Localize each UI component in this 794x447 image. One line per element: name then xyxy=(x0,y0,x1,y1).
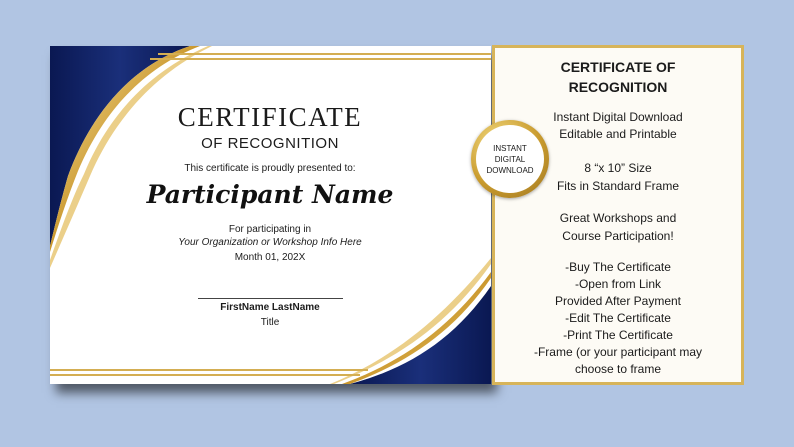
panel-line: Great Workshops and xyxy=(559,211,677,225)
participating-text: For participating in xyxy=(228,224,312,235)
panel-line: Instant Digital Download xyxy=(553,110,683,124)
signature-name: FirstName LastName xyxy=(220,302,320,313)
panel-line: -Print The Certificate xyxy=(563,328,673,342)
signature-title: Title xyxy=(260,317,280,328)
panel-line: Provided After Payment xyxy=(554,294,682,308)
panel-line: choose to frame xyxy=(574,362,662,376)
panel-line: Course Participation! xyxy=(562,229,674,243)
certificate-title: CERTIFICATE xyxy=(177,102,363,132)
certificate: CERTIFICATE OF RECOGNITION This certific… xyxy=(50,46,491,384)
panel-title-line-1: CERTIFICATE OF xyxy=(560,59,676,75)
signature-line xyxy=(198,298,343,299)
organization-text: Your Organization or Workshop Info Here xyxy=(178,237,362,248)
badge-inner: INSTANT DIGITAL DOWNLOAD xyxy=(476,125,544,193)
presented-text: This certificate is proudly presented to… xyxy=(184,163,356,174)
info-panel: CERTIFICATE OF RECOGNITION Instant Digit… xyxy=(492,45,744,385)
panel-line: -Edit The Certificate xyxy=(565,311,671,325)
badge-line: DOWNLOAD xyxy=(486,165,534,175)
badge-line: INSTANT xyxy=(493,143,527,153)
panel-line: -Frame (or your participant may xyxy=(533,345,703,359)
panel-line: -Open from Link xyxy=(574,277,662,291)
panel-line: -Buy The Certificate xyxy=(565,260,671,274)
badge-line: DIGITAL xyxy=(494,154,526,164)
date-text: Month 01, 202X xyxy=(234,252,306,263)
certificate-subtitle: OF RECOGNITION xyxy=(201,135,339,152)
certificate-border-decoration xyxy=(50,46,491,384)
panel-title: CERTIFICATE OF RECOGNITION xyxy=(495,57,741,97)
instant-download-badge: INSTANT DIGITAL DOWNLOAD xyxy=(471,120,549,198)
panel-title-line-2: RECOGNITION xyxy=(568,79,668,95)
participant-name: Participant Name xyxy=(146,180,394,209)
